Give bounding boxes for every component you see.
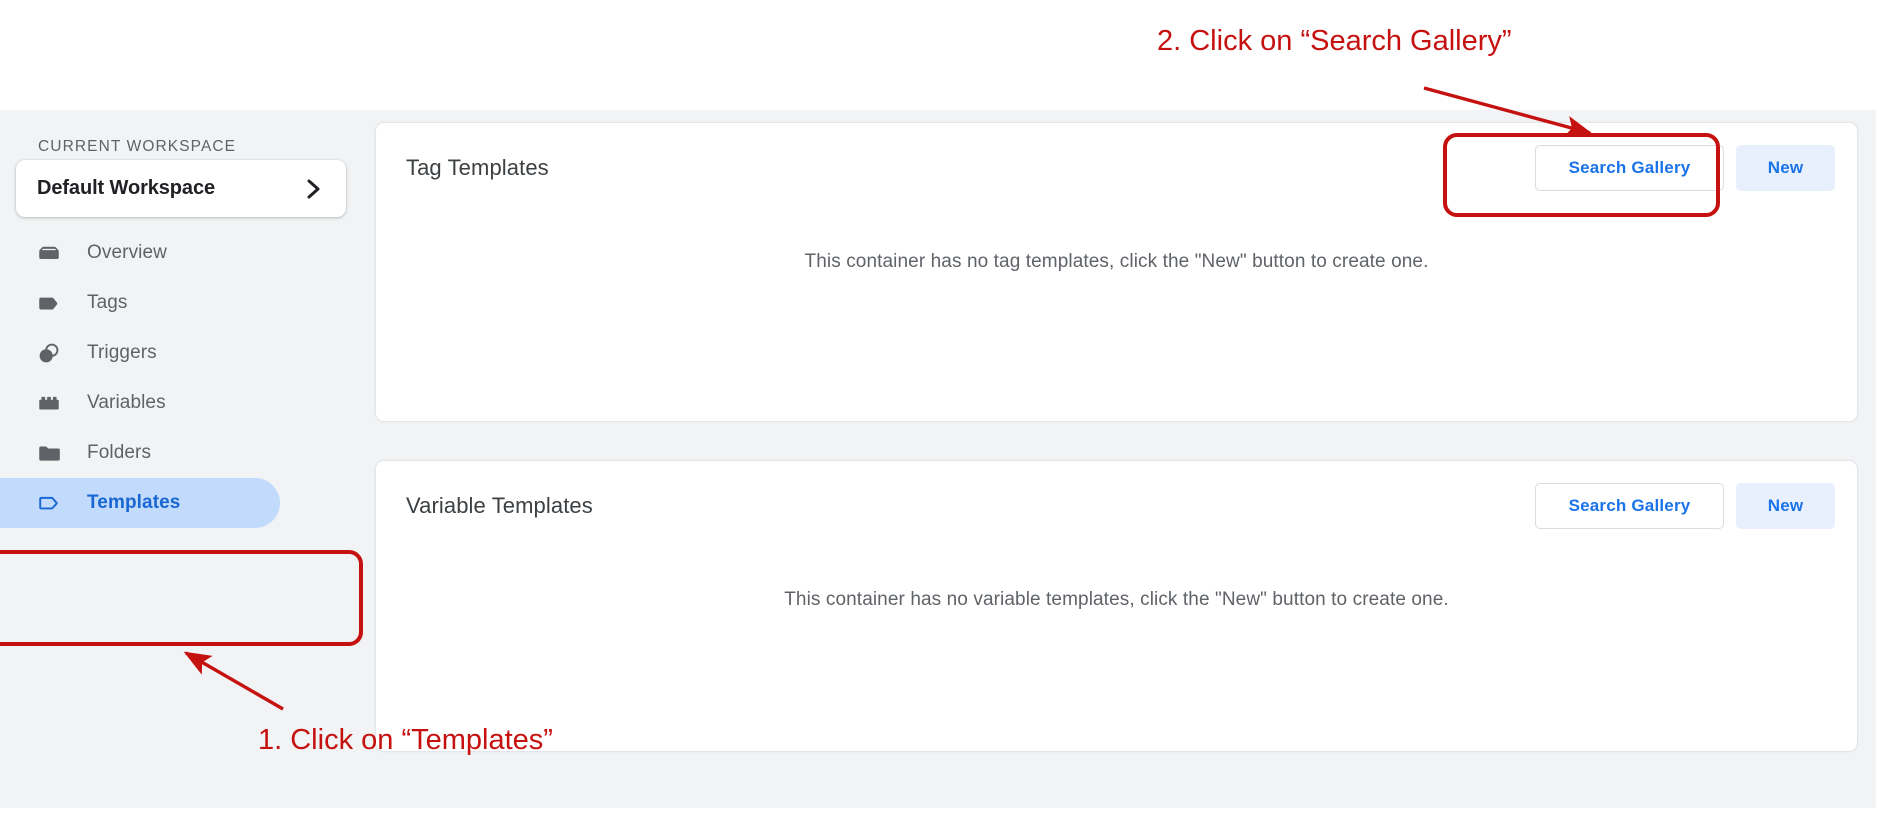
sidebar-item-triggers[interactable]: Triggers — [0, 328, 363, 378]
variable-templates-empty-message: This container has no variable templates… — [784, 589, 1449, 610]
tag-outline-icon — [36, 490, 66, 516]
annotation-step-2: 2. Click on “Search Gallery” — [1157, 25, 1512, 57]
sidebar-nav: Overview Tags Triggers Variables Folders… — [0, 228, 363, 528]
sidebar-item-label: Overview — [87, 242, 167, 263]
search-gallery-button[interactable]: Search Gallery — [1535, 483, 1724, 529]
annotation-step-1: 1. Click on “Templates” — [258, 724, 553, 756]
overview-box-icon — [36, 240, 66, 266]
variable-templates-actions: Search Gallery New — [1535, 483, 1835, 529]
tag-templates-card: Tag Templates Search Gallery New This co… — [375, 122, 1858, 422]
sidebar-item-overview[interactable]: Overview — [0, 228, 363, 278]
sidebar-item-variables[interactable]: Variables — [0, 378, 363, 428]
main-content: Tag Templates Search Gallery New This co… — [363, 110, 1876, 808]
sidebar-item-folders[interactable]: Folders — [0, 428, 363, 478]
sidebar-item-tags[interactable]: Tags — [0, 278, 363, 328]
app-shell: CURRENT WORKSPACE Default Workspace Over… — [0, 110, 1876, 808]
workspace-selector[interactable]: Default Workspace — [16, 160, 346, 217]
sidebar-item-label: Tags — [87, 292, 128, 313]
sidebar-item-label: Folders — [87, 442, 152, 463]
sidebar-item-templates[interactable]: Templates — [0, 478, 280, 528]
new-button[interactable]: New — [1736, 145, 1835, 191]
card-title: Tag Templates — [406, 155, 549, 180]
current-workspace-label: CURRENT WORKSPACE — [38, 138, 237, 155]
workspace-name: Default Workspace — [37, 177, 215, 199]
tag-templates-empty-message: This container has no tag templates, cli… — [804, 251, 1429, 272]
tag-templates-card-header: Tag Templates Search Gallery New — [376, 123, 1857, 213]
variables-brick-icon — [36, 390, 66, 416]
tag-filled-icon — [36, 290, 66, 316]
new-button[interactable]: New — [1736, 483, 1835, 529]
triggers-circles-icon — [36, 340, 66, 366]
sidebar-item-label: Variables — [87, 392, 166, 413]
chevron-right-icon — [306, 177, 322, 201]
sidebar-item-label: Triggers — [87, 342, 157, 363]
screenshot-root: CURRENT WORKSPACE Default Workspace Over… — [0, 0, 1891, 833]
folder-filled-icon — [36, 440, 66, 466]
sidebar: CURRENT WORKSPACE Default Workspace Over… — [0, 110, 363, 808]
card-title: Variable Templates — [406, 493, 593, 518]
sidebar-item-label: Templates — [87, 492, 181, 513]
search-gallery-button[interactable]: Search Gallery — [1535, 145, 1724, 191]
tag-templates-actions: Search Gallery New — [1535, 145, 1835, 191]
variable-templates-card: Variable Templates Search Gallery New Th… — [375, 460, 1858, 752]
variable-templates-card-header: Variable Templates Search Gallery New — [376, 461, 1857, 551]
